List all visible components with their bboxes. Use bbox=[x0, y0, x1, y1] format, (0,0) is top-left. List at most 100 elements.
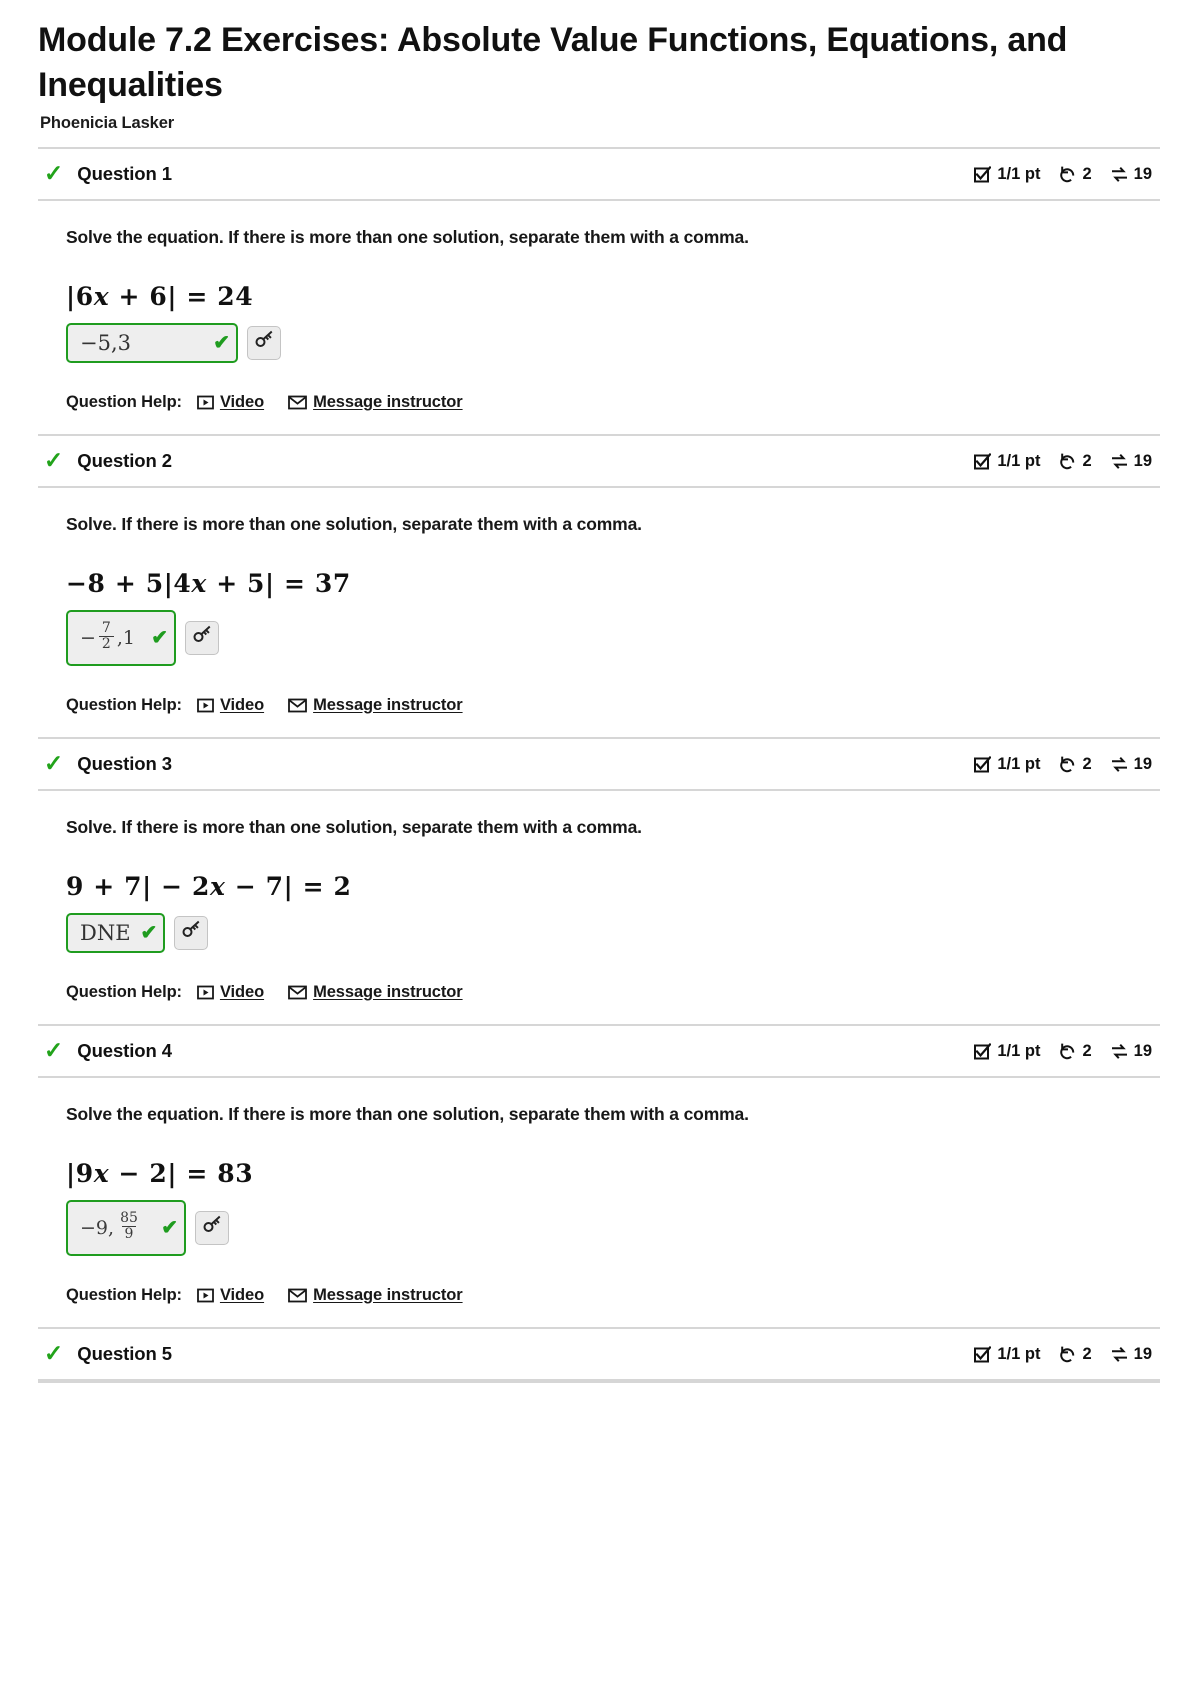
undo-arrow-icon bbox=[1059, 1346, 1076, 1363]
message-instructor-label: Message instructor bbox=[313, 695, 463, 714]
question-body-4: Solve the equation. If there is more tha… bbox=[38, 1078, 1160, 1327]
score-text: 1/1 pt bbox=[997, 164, 1041, 183]
answer-input[interactable]: − 7 2 ,1 ✔ bbox=[66, 609, 176, 666]
question-header-left-1: ✓ Question 1 bbox=[44, 161, 172, 186]
student-name: Phoenicia Lasker bbox=[40, 113, 175, 132]
video-help-link[interactable]: Video bbox=[197, 696, 264, 715]
answer-tool-button[interactable] bbox=[195, 1210, 229, 1245]
question-prompt: Solve the equation. If there is more tha… bbox=[66, 1103, 749, 1124]
message-instructor-label: Message instructor bbox=[313, 392, 463, 411]
fraction-numerator: 85 bbox=[120, 1210, 138, 1227]
message-instructor-label: Message instructor bbox=[313, 982, 463, 1001]
refresh-arrows-icon bbox=[1111, 1346, 1128, 1363]
question-label: Question 4 bbox=[77, 1040, 172, 1062]
status-check-icon: ✓ bbox=[44, 1339, 64, 1366]
message-instructor-link[interactable]: Message instructor bbox=[288, 696, 463, 715]
key-icon bbox=[202, 1215, 222, 1240]
answer-row-2: − 7 2 ,1 ✔ bbox=[66, 609, 1152, 666]
refresh-arrows-icon bbox=[1111, 453, 1128, 470]
answer-correct-check-icon: ✔ bbox=[140, 921, 158, 944]
checkbox-checked-icon bbox=[974, 1345, 992, 1363]
video-help-link[interactable]: Video bbox=[197, 983, 264, 1002]
retries-text: 19 bbox=[1133, 1041, 1152, 1060]
retries-text: 19 bbox=[1133, 1344, 1152, 1363]
score-text: 1/1 pt bbox=[997, 1344, 1041, 1363]
answer-fraction: 85 9 bbox=[117, 1211, 141, 1242]
answer-value: −9, 85 9 bbox=[80, 1211, 144, 1243]
refresh-arrows-icon bbox=[1111, 166, 1128, 183]
retries-badge: 19 bbox=[1111, 452, 1152, 471]
retries-text: 19 bbox=[1133, 754, 1152, 773]
question-header-left-3: ✓ Question 3 bbox=[44, 751, 172, 776]
answer-prefix: −9, bbox=[80, 1216, 115, 1239]
undo-arrow-icon bbox=[1059, 166, 1076, 183]
video-play-icon bbox=[197, 985, 214, 1000]
video-help-label: Video bbox=[219, 982, 265, 1001]
message-instructor-link[interactable]: Message instructor bbox=[288, 393, 463, 412]
video-help-link[interactable]: Video bbox=[197, 393, 264, 412]
attempts-text: 2 bbox=[1082, 754, 1092, 773]
question-body-1: Solve the equation. If there is more tha… bbox=[38, 201, 1160, 434]
question-equation: −8 + 5|4x + 5| = 37 bbox=[66, 568, 351, 598]
score-badge: 1/1 pt bbox=[974, 452, 1040, 471]
answer-correct-check-icon: ✔ bbox=[151, 626, 168, 649]
score-badge: 1/1 pt bbox=[974, 755, 1040, 774]
checkbox-checked-icon bbox=[974, 755, 992, 773]
question-label: Question 2 bbox=[77, 450, 172, 472]
video-help-label: Video bbox=[219, 392, 265, 411]
checkbox-checked-icon bbox=[974, 165, 992, 183]
message-instructor-link[interactable]: Message instructor bbox=[288, 1286, 463, 1305]
answer-input[interactable]: −9, 85 9 ✔ bbox=[66, 1199, 186, 1256]
video-help-link[interactable]: Video bbox=[197, 1286, 264, 1305]
attempts-text: 2 bbox=[1082, 1041, 1092, 1060]
question-header-left-4: ✓ Question 4 bbox=[44, 1038, 172, 1063]
question-label: Question 3 bbox=[77, 753, 172, 775]
attempts-badge: 2 bbox=[1059, 451, 1092, 471]
question-header-2: ✓ Question 2 1/1 pt 2 19 bbox=[38, 436, 1160, 488]
retries-badge: 19 bbox=[1111, 1042, 1152, 1061]
question-label: Question 5 bbox=[77, 1343, 172, 1365]
envelope-icon bbox=[288, 395, 307, 410]
question-prompt: Solve the equation. If there is more tha… bbox=[66, 226, 749, 247]
attempts-badge: 2 bbox=[1059, 164, 1092, 184]
answer-fraction: 7 2 bbox=[98, 620, 114, 652]
score-badge: 1/1 pt bbox=[974, 1042, 1040, 1061]
help-label: Question Help: bbox=[66, 982, 182, 1001]
attempts-text: 2 bbox=[1082, 451, 1092, 470]
retries-text: 19 bbox=[1133, 164, 1152, 183]
answer-input[interactable]: −5,3 ✔ bbox=[66, 322, 238, 363]
answer-tool-button[interactable] bbox=[174, 915, 209, 950]
undo-arrow-icon bbox=[1059, 756, 1076, 773]
message-instructor-link[interactable]: Message instructor bbox=[288, 983, 463, 1002]
refresh-arrows-icon bbox=[1111, 756, 1128, 773]
answer-input[interactable]: DNE ✔ bbox=[66, 912, 166, 953]
answer-tool-button[interactable] bbox=[247, 325, 281, 360]
question-block-4: ✓ Question 4 1/1 pt 2 19 Solve the equat… bbox=[38, 1023, 1160, 1327]
answer-correct-check-icon: ✔ bbox=[161, 1216, 178, 1239]
fraction-numerator: 7 bbox=[101, 620, 111, 637]
question-header-left-5: ✓ Question 5 bbox=[44, 1339, 172, 1366]
attempts-text: 2 bbox=[1082, 164, 1092, 183]
video-play-icon bbox=[197, 1288, 214, 1303]
refresh-arrows-icon bbox=[1111, 1043, 1128, 1060]
answer-row-4: −9, 85 9 ✔ bbox=[66, 1199, 1152, 1256]
checkbox-checked-icon bbox=[974, 1042, 992, 1060]
key-icon bbox=[181, 920, 201, 945]
answer-tool-button[interactable] bbox=[185, 620, 219, 655]
question-help-row-3: Question Help: Video Message instructor bbox=[66, 983, 1152, 1002]
question-label: Question 1 bbox=[77, 163, 172, 185]
score-badge: 1/1 pt bbox=[974, 1345, 1040, 1364]
question-help-row-4: Question Help: Video Message instructor bbox=[66, 1286, 1152, 1305]
question-header-4: ✓ Question 4 1/1 pt 2 19 bbox=[38, 1026, 1160, 1078]
attempts-text: 2 bbox=[1082, 1344, 1092, 1363]
question-header-5: ✓ Question 5 1/1 pt 2 19 bbox=[38, 1329, 1160, 1381]
checkbox-checked-icon bbox=[974, 452, 992, 470]
question-prompt: Solve. If there is more than one solutio… bbox=[66, 513, 642, 534]
envelope-icon bbox=[288, 698, 307, 713]
answer-suffix: ,1 bbox=[116, 626, 135, 649]
attempts-badge: 2 bbox=[1059, 1344, 1092, 1364]
question-prompt: Solve. If there is more than one solutio… bbox=[66, 816, 642, 837]
answer-row-3: DNE ✔ bbox=[66, 912, 1152, 953]
score-text: 1/1 pt bbox=[997, 451, 1041, 470]
retries-badge: 19 bbox=[1111, 1345, 1152, 1364]
